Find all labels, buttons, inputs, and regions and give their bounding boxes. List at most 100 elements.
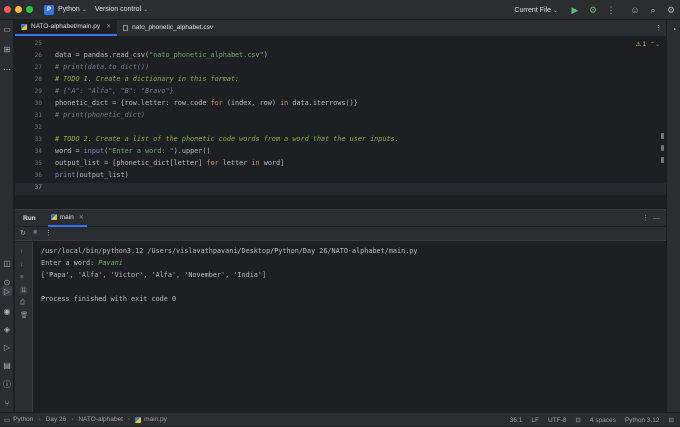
line-number: 26 [34, 52, 42, 59]
code-line: phonetic_dict = {row.letter: row.code fo… [55, 99, 358, 107]
line-number: 30 [34, 100, 42, 107]
scroll-marker [661, 133, 664, 139]
module-icon: ▭ [4, 416, 11, 424]
chevron-down-icon[interactable]: ⌄ [143, 6, 148, 13]
rerun-icon[interactable]: ↻ [20, 229, 26, 237]
trash-icon[interactable]: 🗑 [20, 311, 28, 319]
tab-main-py[interactable]: NATO-alphabet/main.py ✕ [15, 19, 118, 36]
status-bar: ▭ Python › Day 26 › NATO-alphabet › main… [0, 412, 680, 426]
more-options-icon[interactable]: ⋮ — [642, 214, 660, 222]
code-editor[interactable]: ⚠ 1 ⌃⌄ 25 26 27 28 29 30 31 32 33 34 35 … [15, 38, 666, 208]
chevron-down-icon[interactable]: ⌃⌄ [650, 41, 660, 48]
breadcrumb-item[interactable]: NATO-alphabet [78, 416, 123, 423]
console-line: /usr/local/bin/python3.12 /Users/vislava… [41, 247, 418, 255]
vcs-menu[interactable]: Version control [95, 6, 141, 13]
run-panel-title: Run [23, 214, 36, 222]
line-separator[interactable]: LF [531, 417, 539, 424]
breadcrumb-item[interactable]: Python [13, 416, 33, 423]
run-console[interactable]: /usr/local/bin/python3.12 /Users/vislava… [34, 242, 666, 412]
folder-icon[interactable]: ▭ [2, 24, 12, 34]
line-number: 32 [34, 124, 42, 131]
tab-label: nato_phonetic_alphabet.csv [132, 24, 214, 31]
run-toolbar: ↻ ■ ⋮ [15, 227, 666, 241]
line-number: 27 [34, 64, 42, 71]
python-file-icon [50, 214, 57, 220]
stop-icon[interactable]: ■ [33, 229, 37, 236]
cursor-position[interactable]: 36:1 [510, 417, 523, 424]
lock-icon[interactable]: ⊟ [669, 416, 674, 424]
close-icon[interactable]: ✕ [79, 214, 84, 221]
chevron-right-icon: › [38, 416, 41, 423]
code-line: # print(phonetic_dict) [55, 111, 146, 119]
breadcrumb-item[interactable]: main.py [144, 416, 167, 423]
lock-icon[interactable]: ⊡ [575, 416, 580, 424]
tab-csv[interactable]: nato_phonetic_alphabet.csv [117, 19, 219, 36]
terminal-icon[interactable]: ▤ [2, 360, 12, 370]
code-line: # TODO 1. Create a dictionary in this fo… [55, 75, 240, 83]
debug-icon[interactable]: ⚙ [584, 0, 602, 20]
console-line: Process finished with exit code 0 [41, 295, 177, 303]
file-encoding[interactable]: UTF-8 [548, 417, 566, 424]
code-line: data = pandas.read_csv("nato_phonetic_al… [55, 51, 268, 59]
run-icon[interactable]: ▶ [566, 0, 584, 20]
maximize-window-button[interactable] [26, 6, 33, 13]
scroll-marker [661, 145, 664, 151]
problems-icon[interactable]: ⓘ [2, 379, 12, 389]
python-file-icon [21, 23, 27, 30]
run-tab-label: main [59, 213, 74, 221]
git-icon[interactable]: ⑂ [2, 398, 12, 408]
chevron-down-icon[interactable]: ⌄ [82, 6, 87, 13]
csv-file-icon [123, 24, 129, 31]
code-line: # {"A": "Alfa", "B": "Bravo"} [55, 87, 174, 95]
title-bar: P Python ⌄ Version control ⌄ Current Fil… [0, 0, 680, 20]
layers-icon[interactable]: ◈ [2, 324, 12, 334]
tab-label: NATO-alphabet/main.py [31, 23, 101, 30]
print-icon[interactable]: ⎙ [20, 299, 25, 307]
user-input: Pavani [98, 259, 123, 267]
structure-icon[interactable]: ⊞ [2, 44, 12, 54]
interpreter-selector[interactable]: Python 3.12 [625, 417, 660, 424]
scroll-marker [661, 157, 664, 163]
code-line: output_list = [phonetic_dict[letter] for… [55, 159, 285, 167]
input-prompt: Enter a word: [41, 259, 99, 267]
editor-tabs: NATO-alphabet/main.py ✕ nato_phonetic_al… [15, 19, 666, 37]
services-icon[interactable]: ◉ [2, 306, 12, 316]
close-icon[interactable]: ✕ [106, 23, 111, 30]
arrow-down-icon[interactable]: ↓ [20, 261, 23, 268]
indent-setting[interactable]: 4 spaces [590, 417, 616, 424]
scroll-to-end-icon[interactable]: ⇊ [20, 286, 28, 294]
more-actions-icon[interactable]: ⋮ [602, 0, 620, 20]
line-number: 28 [34, 76, 42, 83]
project-badge[interactable]: P [44, 4, 54, 15]
line-number: 34 [34, 148, 42, 155]
line-number: 31 [34, 112, 42, 119]
line-number: 25 [34, 40, 42, 47]
code-line: # TODO 2. Create a list of the phonetic … [55, 135, 399, 143]
chevron-right-icon: › [127, 416, 131, 423]
warning-icon[interactable]: ⚠ 1 [636, 41, 646, 48]
line-number: 33 [34, 136, 42, 143]
python-file-icon [135, 416, 142, 423]
more-icon[interactable]: ⋮ [45, 229, 52, 237]
notifications-icon[interactable]: ◔ [669, 24, 679, 34]
project-name[interactable]: Python [58, 6, 80, 13]
code-line: # print(data.to_dict()) [55, 63, 150, 71]
arrow-up-icon[interactable]: ↑ [20, 248, 23, 255]
search-icon[interactable]: ⌕ [644, 0, 662, 20]
chevron-down-icon[interactable]: ⌄ [553, 7, 558, 14]
more-tabs-icon[interactable]: ⋮ [655, 24, 662, 32]
run-tool-icon[interactable]: ▷ [2, 286, 12, 296]
warning-count: 1 [642, 42, 646, 48]
run-config-selector[interactable]: Current File [514, 7, 551, 14]
python-packages-icon[interactable]: ◫ [2, 258, 12, 268]
run-tab-main[interactable]: main ✕ [47, 210, 87, 227]
gear-icon[interactable]: ⚙ [662, 0, 680, 20]
run-icon[interactable]: ▷ [2, 342, 12, 352]
minimize-window-button[interactable] [15, 6, 22, 13]
more-icon[interactable]: ⋯ [2, 64, 12, 74]
breadcrumb-item[interactable]: Day 26 [46, 416, 67, 423]
soft-wrap-icon[interactable]: ≡ [20, 274, 24, 281]
close-window-button[interactable] [4, 6, 11, 13]
current-line-highlight [15, 183, 666, 195]
user-icon[interactable]: ☺ [626, 0, 644, 20]
